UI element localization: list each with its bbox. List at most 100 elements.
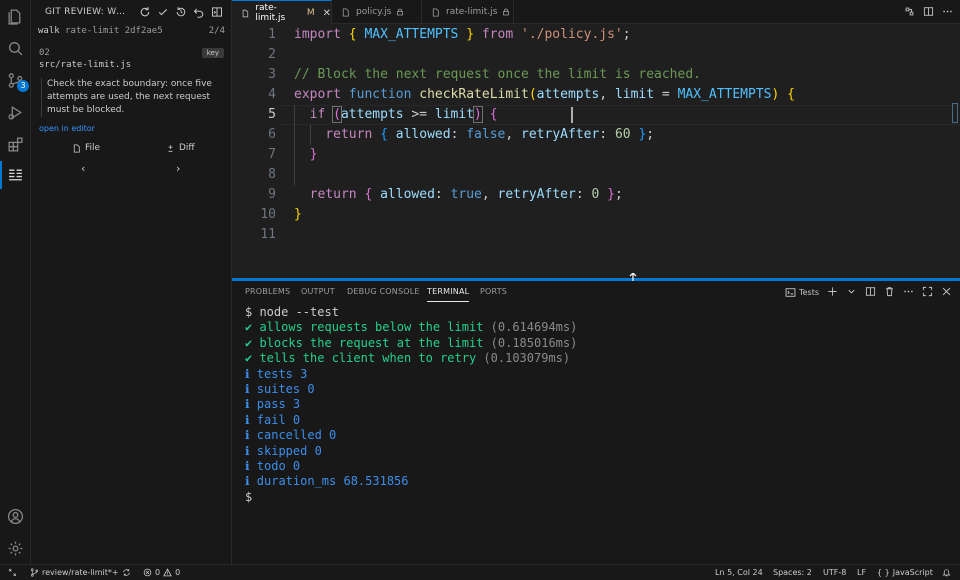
tab-ports[interactable]: PORTS (480, 287, 507, 296)
sidebar-title: GIT REVIEW: WALKTHROUGH (45, 7, 131, 17)
modified-indicator: M (306, 8, 315, 18)
step-tag: key (201, 48, 224, 58)
scm-badge: 3 (17, 80, 29, 92)
terminal-selector[interactable]: Tests (785, 287, 819, 298)
account-icon[interactable] (0, 502, 31, 530)
extensions-icon[interactable] (0, 130, 31, 158)
code-line: 6 return { allowed: false, retryAfter: 6… (268, 127, 655, 142)
code-line: 11 (260, 227, 276, 242)
error-icon (143, 568, 152, 577)
file-icon (342, 7, 349, 17)
sidebar: GIT REVIEW: WALKTHROUGH walk rate-limit … (31, 0, 232, 564)
code-editor[interactable]: 1 import { MAX_ATTEMPTS } from './policy.… (232, 25, 960, 278)
tab-rate-limit-js[interactable]: rate-limit.js M ✕ (232, 0, 332, 25)
tab-terminal[interactable]: TERMINAL (427, 287, 470, 302)
eol-status[interactable]: LF (857, 568, 866, 577)
terminal-icon (785, 287, 796, 297)
file-button[interactable]: File (72, 143, 100, 153)
sync-icon (122, 569, 130, 576)
tab-debug-console[interactable]: DEBUG CONSOLE (347, 287, 420, 296)
more-actions-icon[interactable] (903, 286, 914, 299)
cursor-position[interactable]: Ln 5, Col 24 (715, 568, 763, 577)
compare-changes-icon[interactable] (903, 5, 916, 18)
run-debug-icon[interactable] (0, 98, 31, 126)
split-editor-icon[interactable] (922, 5, 935, 18)
branch-icon (30, 568, 39, 577)
terminal-name: Tests (799, 287, 819, 297)
terminal-line: ℹ tests 3 (245, 366, 308, 381)
history-icon[interactable] (173, 4, 188, 19)
notifications-bell-icon[interactable] (942, 568, 951, 577)
bottom-panel: PROBLEMS OUTPUT DEBUG CONSOLE TERMINAL P… (232, 281, 960, 564)
code-line: 3// Block the next request once the limi… (268, 67, 701, 82)
close-tab-icon[interactable]: ✕ (323, 8, 331, 19)
problems-status[interactable]: 0 0 (143, 568, 180, 577)
previous-step-button[interactable]: ‹ (81, 162, 85, 175)
terminal-line: ℹ todo 0 (245, 459, 301, 474)
undo-icon[interactable] (191, 4, 206, 19)
scrollbar-slider[interactable] (952, 103, 958, 123)
terminal-line: ℹ suites 0 (245, 382, 315, 397)
tab-rate-limit-js-readonly[interactable]: rate-limit.js (422, 0, 514, 24)
lock-icon (503, 8, 510, 16)
git-review-icon[interactable] (0, 161, 31, 189)
tab-output[interactable]: OUTPUT (301, 287, 335, 296)
step-number: 02 (39, 48, 50, 58)
step-file-path: src/rate-limit.js (39, 60, 132, 70)
language-name: JavaScript (892, 568, 933, 577)
walk-position: 2/4 (208, 26, 225, 36)
chevron-down-icon[interactable] (846, 286, 857, 299)
open-panel-icon[interactable] (209, 4, 224, 19)
code-line: 2 (268, 47, 276, 62)
code-line: 10} (260, 207, 302, 222)
file-button-label: File (85, 143, 101, 153)
terminal-line: ℹ fail 0 (245, 412, 301, 427)
encoding-status[interactable]: UTF-8 (823, 568, 846, 577)
code-line: 8 (268, 167, 276, 182)
tab-label: policy.js (356, 7, 392, 17)
explorer-icon[interactable] (0, 2, 31, 30)
sidebar-header: GIT REVIEW: WALKTHROUGH (31, 0, 232, 24)
new-terminal-icon[interactable] (827, 286, 838, 299)
warning-icon (163, 568, 172, 577)
remote-indicator-icon[interactable] (8, 568, 17, 577)
terminal-output[interactable]: $ node --test ✔ allows requests below the… (245, 305, 577, 505)
code-line: 9 return { allowed: true, retryAfter: 0 … (268, 187, 623, 202)
lock-icon (397, 8, 404, 16)
file-icon (432, 7, 439, 17)
diff-button-label: Diff (179, 143, 195, 153)
diff-button[interactable]: Diff (166, 143, 195, 153)
indentation-status[interactable]: Spaces: 2 (773, 568, 812, 577)
step-note: Check the exact boundary: once five atte… (41, 78, 224, 117)
code-line: 4 export function checkRateLimit(attempts… (268, 87, 795, 102)
code-line: 5 if (attempts >= limit) { (268, 106, 498, 123)
tab-label: rate-limit.js (255, 3, 286, 23)
diff-icon (168, 144, 173, 152)
search-icon[interactable] (0, 34, 31, 62)
tab-policy-js[interactable]: policy.js (332, 0, 422, 24)
check-icon[interactable] (155, 4, 170, 19)
settings-gear-icon[interactable] (0, 534, 31, 562)
language-mode[interactable]: { } JavaScript (877, 568, 933, 577)
text-cursor (571, 107, 573, 123)
maximize-panel-icon[interactable] (922, 286, 933, 299)
trash-icon[interactable] (884, 286, 895, 299)
next-step-button[interactable]: › (176, 162, 180, 175)
refresh-icon[interactable] (137, 4, 152, 19)
branch-status[interactable]: review/rate-limit*+ (30, 568, 131, 577)
tab-problems[interactable]: PROBLEMS (245, 287, 290, 296)
more-actions-icon[interactable] (941, 5, 954, 18)
file-icon (242, 9, 249, 17)
status-bar: review/rate-limit*+ 0 0 Ln 5, Col 24 Spa… (0, 564, 960, 580)
error-count: 0 (155, 568, 161, 577)
activity-bar: 3 (0, 0, 31, 564)
terminal-line: $ node --test (245, 305, 339, 319)
split-terminal-icon[interactable] (865, 286, 876, 299)
close-panel-icon[interactable] (941, 286, 952, 299)
source-control-icon[interactable]: 3 (0, 66, 31, 94)
walkthrough-row: walk rate-limit 2df2ae5 2/4 (38, 26, 225, 36)
walk-name: rate-limit 2df2ae5 (65, 26, 163, 36)
open-in-editor-link[interactable]: open in editor (39, 124, 95, 133)
terminal-line: ℹ skipped 0 (245, 443, 322, 458)
branch-name: review/rate-limit*+ (42, 568, 119, 577)
